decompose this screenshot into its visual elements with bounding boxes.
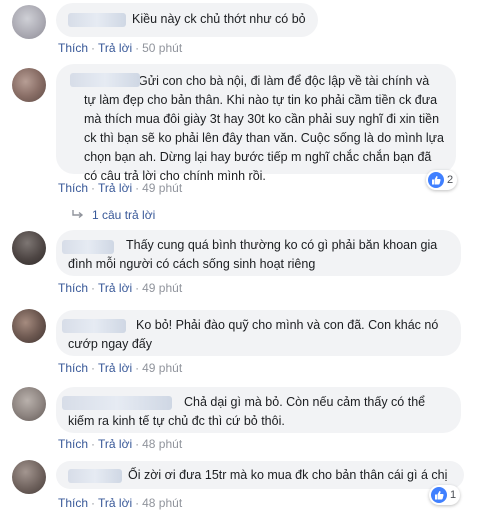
reply-button[interactable]: Trả lời <box>98 437 132 451</box>
view-replies-link[interactable]: 1 câu trả lời <box>72 208 155 222</box>
avatar[interactable] <box>12 460 46 494</box>
comment-text: Ối zời ơi đưa 15tr mà ko mua đk cho bản … <box>128 468 448 482</box>
like-button[interactable]: Thích <box>58 437 88 451</box>
reply-button[interactable]: Trả lời <box>98 361 132 375</box>
reaction-count-number: 2 <box>447 174 454 186</box>
commenter-name[interactable] <box>68 12 126 27</box>
timestamp[interactable]: 49 phút <box>142 281 182 295</box>
timestamp[interactable]: 50 phút <box>142 41 182 55</box>
comment-text: Gửi con cho bà nội, đi làm để độc lập về… <box>84 74 444 183</box>
timestamp[interactable]: 49 phút <box>142 361 182 375</box>
reply-button[interactable]: Trả lời <box>98 181 132 195</box>
like-button[interactable]: Thích <box>58 496 88 510</box>
comment-bubble: Ối zời ơi đưa 15tr mà ko mua đk cho bản … <box>56 461 464 489</box>
like-button[interactable]: Thích <box>58 181 88 195</box>
comment-bubble: Kiều này ck chủ thớt như có bỏ <box>56 3 318 37</box>
comment-text: Kiều này ck chủ thớt như có bỏ <box>132 12 306 26</box>
reply-arrow-icon <box>72 210 84 220</box>
reply-button[interactable]: Trả lời <box>98 41 132 55</box>
timestamp[interactable]: 48 phút <box>142 437 182 451</box>
comment-bubble: Ko bỏ! Phải đào quỹ cho mình và con đã. … <box>56 310 461 356</box>
reaction-count-number: 1 <box>450 489 457 501</box>
comment-actions: Thích · Trả lời · 49 phút <box>58 181 183 195</box>
reply-button[interactable]: Trả lời <box>98 496 132 510</box>
avatar[interactable] <box>12 68 46 102</box>
replies-count-label[interactable]: 1 câu trả lời <box>92 208 155 222</box>
like-button[interactable]: Thích <box>58 361 88 375</box>
commenter-name[interactable] <box>62 240 114 254</box>
comment-actions: Thích · Trả lời · 50 phút <box>58 41 183 55</box>
timestamp[interactable]: 49 phút <box>142 181 182 195</box>
like-button[interactable]: Thích <box>58 281 88 295</box>
reaction-count[interactable]: 2 <box>426 170 458 190</box>
commenter-name[interactable] <box>62 319 126 333</box>
comment-actions: Thích · Trả lời · 49 phút <box>58 281 183 295</box>
commenter-name[interactable] <box>68 468 122 483</box>
avatar[interactable] <box>12 231 46 265</box>
comment-bubble: Chả dại gì mà bỏ. Còn nếu cảm thấy có th… <box>56 387 461 433</box>
reaction-count[interactable]: 1 <box>429 485 461 505</box>
reply-button[interactable]: Trả lời <box>98 281 132 295</box>
thumbs-up-icon <box>431 487 447 503</box>
avatar[interactable] <box>12 5 46 39</box>
comment-actions: Thích · Trả lời · 49 phút <box>58 361 183 375</box>
timestamp[interactable]: 48 phút <box>142 496 182 510</box>
like-button[interactable]: Thích <box>58 41 88 55</box>
avatar[interactable] <box>12 387 46 421</box>
thumbs-up-icon <box>428 172 444 188</box>
avatar[interactable] <box>12 309 46 343</box>
comment-actions: Thích · Trả lời · 48 phút <box>58 496 183 510</box>
comment-actions: Thích · Trả lời · 48 phút <box>58 437 183 451</box>
commenter-name[interactable] <box>70 73 140 87</box>
comment-bubble: Thấy cung quá bình thường ko có gì phải … <box>56 230 461 276</box>
commenter-name[interactable] <box>62 396 172 410</box>
comment-text: Thấy cung quá bình thường ko có gì phải … <box>68 238 438 271</box>
